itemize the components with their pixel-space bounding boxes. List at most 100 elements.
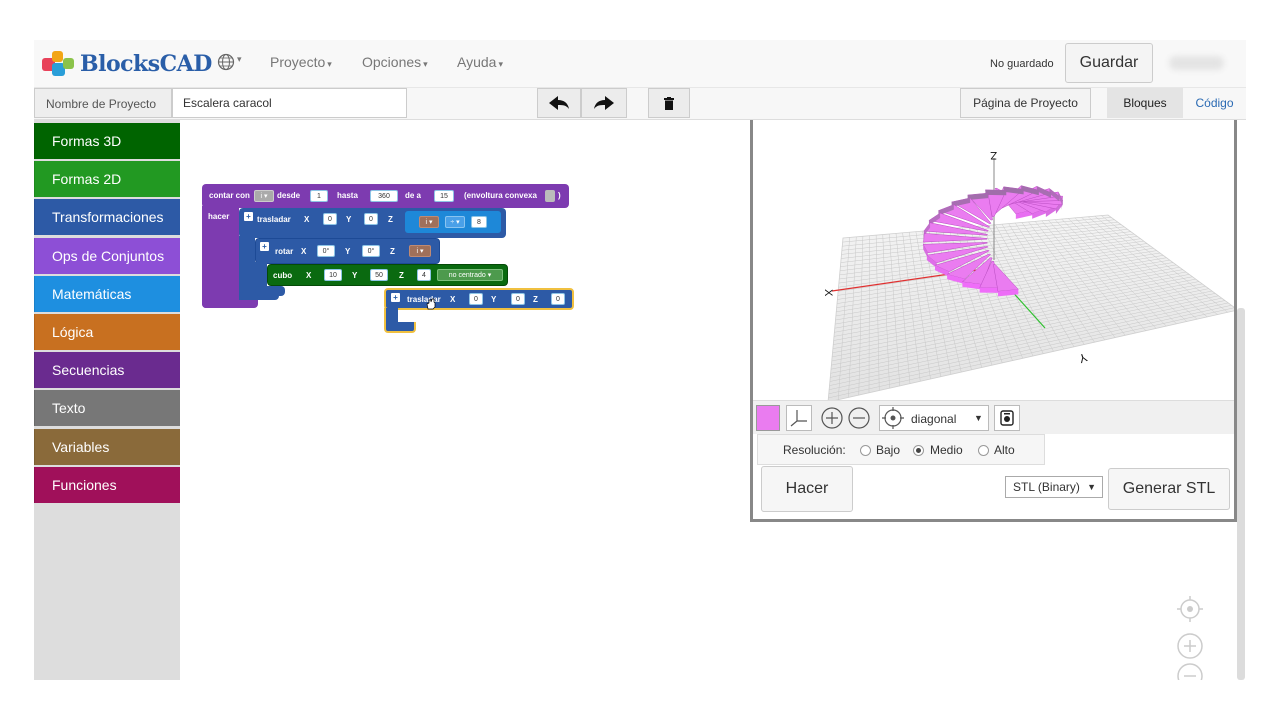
translate2-z-field[interactable]: 0 — [551, 293, 565, 305]
view-mode-dropdown[interactable]: diagonal ▼ — [879, 405, 989, 431]
radio-alto[interactable] — [978, 445, 989, 456]
undo-button[interactable] — [537, 88, 581, 118]
menu-opciones[interactable]: Opciones ▾ — [362, 54, 428, 70]
math-divisor-field[interactable]: 8 — [471, 216, 487, 228]
rotate-z-var[interactable]: i ▾ — [409, 245, 431, 257]
export-format-value: STL (Binary) — [1013, 480, 1080, 494]
category-secuencias[interactable]: Secuencias — [34, 352, 180, 389]
category-lógica[interactable]: Lógica — [34, 314, 180, 350]
color-swatch-button[interactable] — [756, 405, 780, 431]
category-formas-3d[interactable]: Formas 3D — [34, 123, 180, 159]
project-name-label: Nombre de Proyecto — [34, 88, 172, 118]
rotate-x-field[interactable]: 0° — [317, 245, 335, 257]
menu-proyecto[interactable]: Proyecto ▾ — [270, 54, 332, 70]
translate-x-field[interactable]: 0 — [323, 213, 337, 225]
render-button[interactable]: Hacer — [761, 466, 853, 512]
screenshot-button[interactable] — [994, 405, 1020, 431]
loop-to-field[interactable]: 360 — [370, 190, 398, 202]
user-account[interactable] — [1169, 56, 1224, 70]
generate-stl-button[interactable]: Generar STL — [1108, 468, 1230, 510]
cube-y-field[interactable]: 50 — [370, 269, 388, 281]
workspace-zoom-in-icon[interactable] — [1176, 632, 1204, 660]
math-op-dropdown[interactable]: ÷ ▾ — [445, 216, 465, 228]
menu-ayuda[interactable]: Ayuda ▾ — [457, 54, 503, 70]
redo-button[interactable] — [581, 88, 627, 118]
translate-block[interactable]: + trasladar X 0 Y 0 Z i ▾ ÷ ▾ 8 — [239, 208, 506, 238]
blockscad-logo-icon — [42, 49, 76, 79]
resolution-panel: Resolución: Bajo Medio Alto — [757, 434, 1045, 465]
dropdown-caret-icon: ▼ — [974, 413, 983, 423]
trash-icon — [664, 96, 674, 110]
export-format-select[interactable]: STL (Binary) ▼ — [1005, 476, 1103, 498]
radio-alto-label: Alto — [994, 443, 1015, 457]
rotate-y-field[interactable]: 0° — [362, 245, 380, 257]
view-mode-value: diagonal — [911, 412, 957, 426]
save-button[interactable]: Guardar — [1065, 43, 1153, 83]
delete-button[interactable] — [648, 88, 690, 118]
expand-plus-icon[interactable]: + — [244, 212, 253, 221]
x-axis-label: X — [822, 289, 834, 297]
globe-icon[interactable] — [217, 52, 237, 72]
convex-hull-checkbox[interactable] — [545, 190, 555, 202]
cube-z-field[interactable]: 4 — [417, 269, 431, 281]
project-page-button[interactable]: Página de Proyecto — [960, 88, 1091, 118]
math-var-dropdown[interactable]: i ▾ — [419, 216, 439, 228]
dropdown-caret-icon: ▼ — [1087, 482, 1096, 492]
blockscad-app: BlocksCAD ▾ Proyecto ▾ Opciones ▾ Ayuda ▾ N… — [34, 40, 1246, 680]
radio-medio-label: Medio — [930, 443, 963, 457]
category-matemáticas[interactable]: Matemáticas — [34, 275, 180, 312]
expand-plus-icon[interactable]: + — [260, 242, 269, 251]
target-icon — [882, 407, 904, 429]
dragged-translate-block[interactable]: + trasladar X 0 Y 0 Z 0 — [384, 288, 574, 310]
translate-y-field[interactable]: 0 — [364, 213, 378, 225]
y-axis-label: Y — [1077, 350, 1089, 366]
category-ops-de-conjuntos[interactable]: Ops de Conjuntos — [34, 237, 180, 274]
camera-icon — [1000, 410, 1014, 426]
workspace-scrollbar[interactable] — [1237, 308, 1245, 680]
project-toolbar: Nombre de Proyecto Página de Proyecto Bl… — [34, 88, 1246, 120]
category-transformaciones[interactable]: Transformaciones — [34, 199, 180, 236]
workspace-zoom-out-icon[interactable] — [1176, 662, 1204, 680]
radio-medio[interactable] — [913, 445, 924, 456]
language-caret-icon[interactable]: ▾ — [237, 54, 242, 65]
recenter-workspace-icon[interactable] — [1176, 595, 1204, 623]
cube-x-field[interactable]: 10 — [324, 269, 342, 281]
brand-name: BlocksCAD — [80, 51, 212, 77]
divide-math-block[interactable]: i ▾ ÷ ▾ 8 — [405, 211, 501, 233]
radio-bajo-label: Bajo — [876, 443, 901, 457]
expand-plus-icon[interactable]: + — [391, 293, 400, 302]
radio-bajo[interactable] — [860, 445, 871, 456]
count-loop-block[interactable]: contar con i ▾ desde 1 hasta 360 de a 15… — [202, 184, 569, 208]
category-formas-2d[interactable]: Formas 2D — [34, 161, 180, 198]
grab-cursor-icon — [426, 298, 436, 310]
z-axis-label: Z — [990, 149, 997, 161]
project-name-input[interactable] — [172, 88, 407, 118]
logo[interactable]: BlocksCAD — [42, 49, 212, 79]
cube-block[interactable]: cubo X 10 Y 50 Z 4 no centrado ▾ — [267, 264, 508, 286]
tab-codigo[interactable]: Código — [1183, 88, 1246, 118]
undo-arrow-icon — [549, 96, 569, 110]
category-texto[interactable]: Texto — [34, 390, 180, 427]
category-funciones[interactable]: Funciones — [34, 466, 180, 503]
loop-from-field[interactable]: 1 — [310, 190, 328, 202]
save-status: No guardado — [990, 58, 1054, 70]
zoom-out-icon — [848, 407, 870, 429]
loop-step-field[interactable]: 15 — [434, 190, 454, 202]
zoom-out-button[interactable] — [846, 405, 872, 431]
axes-icon — [790, 410, 807, 427]
loop-var-dropdown[interactable]: i ▾ — [254, 190, 274, 202]
category-variables[interactable]: Variables — [34, 428, 180, 465]
rotate-block[interactable]: + rotar X 0° Y 0° Z i ▾ — [255, 238, 440, 264]
axes-toggle-button[interactable] — [786, 405, 812, 431]
zoom-in-button[interactable] — [819, 405, 845, 431]
center-dropdown[interactable]: no centrado ▾ — [437, 269, 503, 281]
3d-render-canvas[interactable]: Z X Y — [753, 120, 1239, 403]
zoom-in-icon — [821, 407, 843, 429]
translate-body-arm — [239, 236, 255, 300]
tab-bloques[interactable]: Bloques — [1107, 88, 1183, 118]
dragged-block-footer — [384, 322, 416, 333]
navbar: BlocksCAD ▾ Proyecto ▾ Opciones ▾ Ayuda ▾ N… — [34, 40, 1246, 88]
loop-body-arm: hacer — [202, 206, 239, 308]
translate2-x-field[interactable]: 0 — [469, 293, 483, 305]
translate2-y-field[interactable]: 0 — [511, 293, 525, 305]
